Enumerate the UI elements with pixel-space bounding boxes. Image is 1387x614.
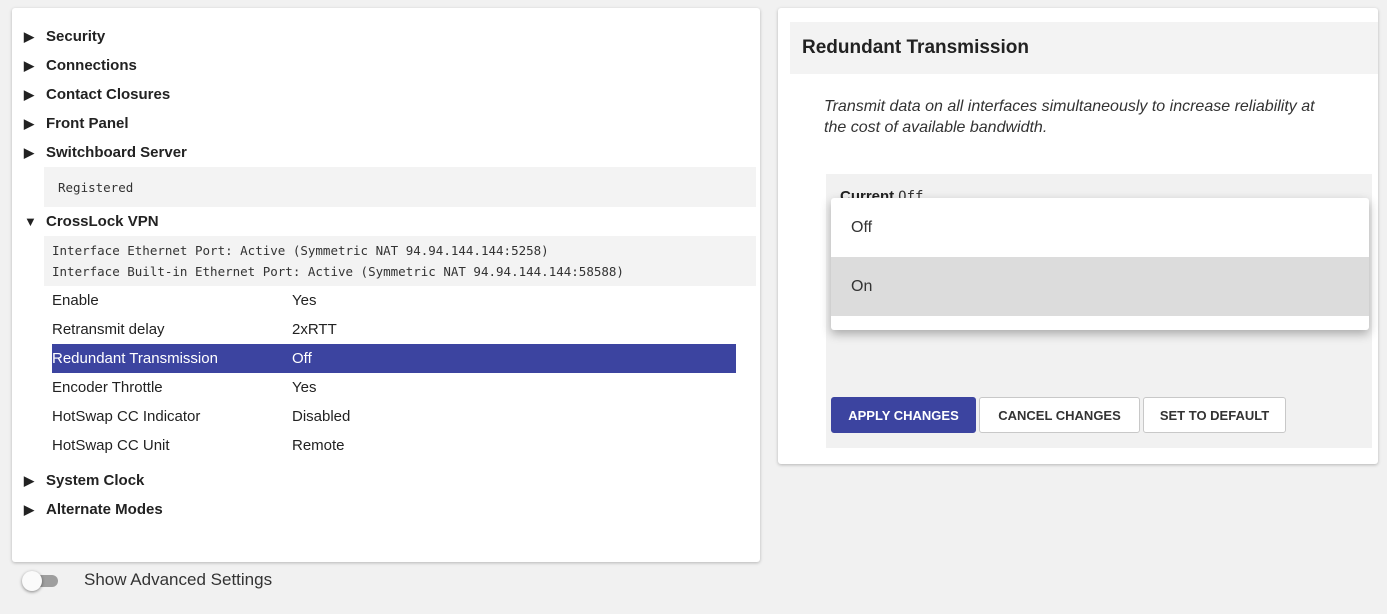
tree-node-label: Connections (46, 57, 137, 74)
property-value: Yes (292, 292, 317, 309)
property-value: Remote (292, 437, 345, 454)
settings-tree-panel: ▶ Security ▶ Connections ▶ Contact Closu… (12, 8, 760, 562)
property-value: Yes (292, 379, 317, 396)
advanced-settings-label: Show Advanced Settings (84, 570, 273, 589)
tree-node-alternate-modes[interactable]: ▶ Alternate Modes (24, 495, 744, 524)
tree-node-system-clock[interactable]: ▶ System Clock (24, 466, 744, 495)
tree-node-label: Alternate Modes (46, 501, 163, 518)
tree-node-label: Security (46, 28, 106, 45)
action-buttons: APPLY CHANGES CANCEL CHANGES SET TO DEFA… (831, 397, 1289, 433)
dropdown-option-on[interactable]: On (831, 257, 1369, 316)
cancel-changes-button[interactable]: CANCEL CHANGES (979, 397, 1140, 433)
advanced-settings-control: Show Advanced Settings (22, 570, 273, 591)
property-row-redundant-transmission[interactable]: Redundant Transmission Off (52, 344, 736, 373)
switchboard-status: Registered (44, 167, 756, 207)
property-key: Retransmit delay (52, 321, 165, 338)
property-row-enable[interactable]: Enable Yes (52, 286, 736, 315)
tree-node-connections[interactable]: ▶ Connections (24, 51, 744, 80)
property-key: Redundant Transmission (52, 350, 218, 367)
collapse-arrow-icon: ▼ (24, 214, 37, 229)
apply-changes-button[interactable]: APPLY CHANGES (831, 397, 976, 433)
tree-node-security[interactable]: ▶ Security (24, 22, 744, 51)
property-key: Enable (52, 292, 99, 309)
interface-status-line: Interface Ethernet Port: Active (Symmetr… (52, 243, 549, 258)
tree-node-label: Contact Closures (46, 86, 171, 103)
tree-node-label: System Clock (46, 472, 145, 489)
tree-node-crosslock-vpn[interactable]: ▼ CrossLock VPN (24, 207, 744, 236)
property-value: Disabled (292, 408, 351, 425)
property-value: Off (292, 350, 312, 367)
expand-arrow-icon: ▶ (24, 144, 34, 160)
interface-status-box: Interface Ethernet Port: Active (Symmetr… (44, 236, 756, 286)
tree-node-label: Switchboard Server (46, 144, 187, 161)
tree-node-label: CrossLock VPN (46, 213, 159, 230)
expand-arrow-icon: ▶ (24, 115, 34, 131)
property-value: 2xRTT (292, 321, 337, 338)
value-dropdown-menu: Off On (831, 198, 1369, 330)
expand-arrow-icon: ▶ (24, 28, 34, 44)
expand-arrow-icon: ▶ (24, 501, 34, 517)
tree-node-contact-closures[interactable]: ▶ Contact Closures (24, 80, 744, 109)
detail-title: Redundant Transmission (790, 22, 1378, 74)
settings-tree: ▶ Security ▶ Connections ▶ Contact Closu… (24, 22, 756, 524)
interface-status-line: Interface Built-in Ethernet Port: Active… (52, 264, 624, 279)
tree-node-label: Front Panel (46, 115, 129, 132)
property-key: HotSwap CC Unit (52, 437, 170, 454)
property-key: Encoder Throttle (52, 379, 163, 396)
tree-node-front-panel[interactable]: ▶ Front Panel (24, 109, 744, 138)
tree-node-switchboard-server[interactable]: ▶ Switchboard Server (24, 138, 744, 167)
expand-arrow-icon: ▶ (24, 57, 34, 73)
dropdown-option-off[interactable]: Off (831, 198, 1369, 257)
toggle-knob (22, 571, 42, 591)
advanced-settings-toggle[interactable] (22, 570, 62, 591)
expand-arrow-icon: ▶ (24, 472, 34, 488)
property-key: HotSwap CC Indicator (52, 408, 201, 425)
property-row-encoder-throttle[interactable]: Encoder Throttle Yes (52, 373, 736, 402)
set-to-default-button[interactable]: SET TO DEFAULT (1143, 397, 1286, 433)
setting-description: Transmit data on all interfaces simultan… (824, 98, 1315, 136)
property-row-retransmit-delay[interactable]: Retransmit delay 2xRTT (52, 315, 736, 344)
property-row-hotswap-cc-indicator[interactable]: HotSwap CC Indicator Disabled (52, 402, 736, 431)
property-row-hotswap-cc-unit[interactable]: HotSwap CC Unit Remote (52, 431, 736, 460)
expand-arrow-icon: ▶ (24, 86, 34, 102)
